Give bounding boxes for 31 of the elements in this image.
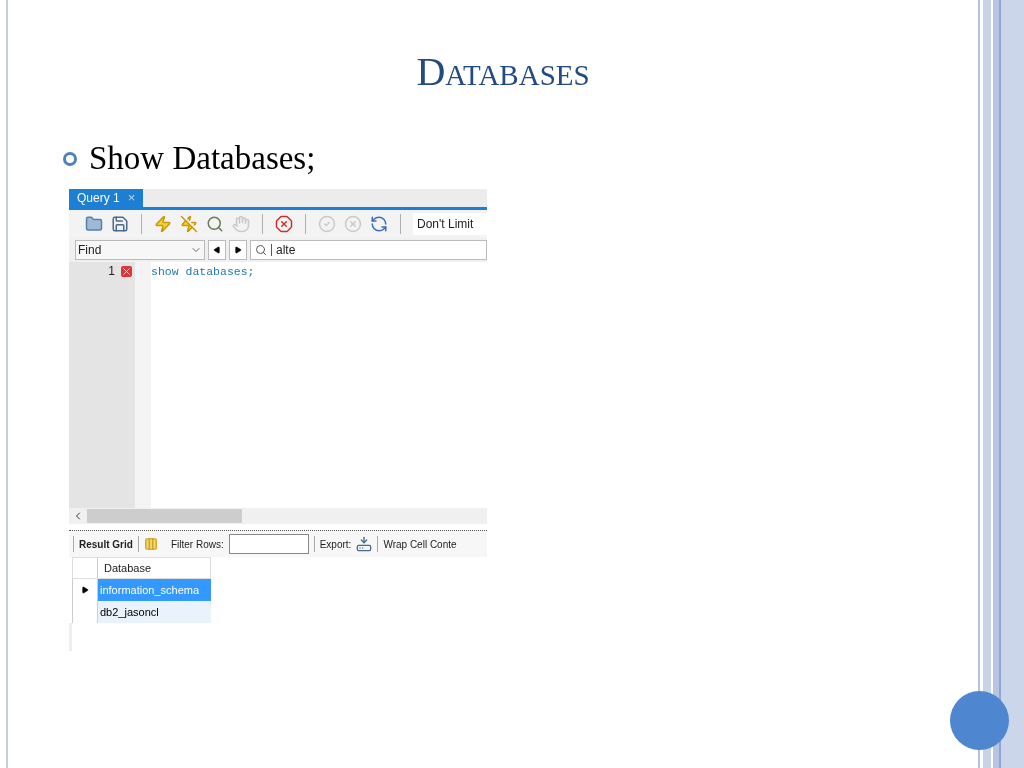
scrollbar-thumb[interactable] <box>87 509 242 523</box>
filter-label: Filter Rows: <box>170 537 224 552</box>
magnifier-icon[interactable] <box>206 215 224 233</box>
export-label: Export: <box>319 537 352 552</box>
lightning-icon[interactable] <box>154 215 172 233</box>
line-number: 1 <box>108 263 115 280</box>
toggle-icon[interactable] <box>370 215 388 233</box>
search-field[interactable]: alte <box>250 240 487 260</box>
right-arrow-icon <box>234 246 242 254</box>
columns-icon[interactable] <box>143 537 158 551</box>
row-pointer-icon <box>81 586 89 594</box>
left-arrow-icon <box>213 246 221 254</box>
search-icon <box>255 244 267 256</box>
bullet-icon <box>63 151 77 166</box>
search-value: alte <box>276 242 296 259</box>
filter-field[interactable] <box>228 534 309 554</box>
previous-button[interactable] <box>208 240 226 260</box>
limit-select[interactable]: Don't Limit <box>413 213 487 235</box>
table-cell[interactable]: db2_jasoncl <box>98 601 211 623</box>
save-icon[interactable] <box>111 215 129 233</box>
result-grid-label[interactable]: Result Grid <box>79 536 133 552</box>
slide-title: DATABASES <box>416 52 590 92</box>
next-button[interactable] <box>229 240 247 260</box>
export-icon[interactable] <box>356 536 373 552</box>
wrap-label[interactable]: Wrap Cell Conte <box>383 536 457 552</box>
query-tab[interactable]: Query 1 × <box>69 189 144 207</box>
find-select[interactable]: Find <box>75 240 205 260</box>
stop-icon[interactable] <box>275 215 293 233</box>
code-line: show databases; <box>151 264 256 280</box>
bullet-text: Show Databases; <box>89 142 316 175</box>
folder-icon[interactable] <box>85 215 103 233</box>
